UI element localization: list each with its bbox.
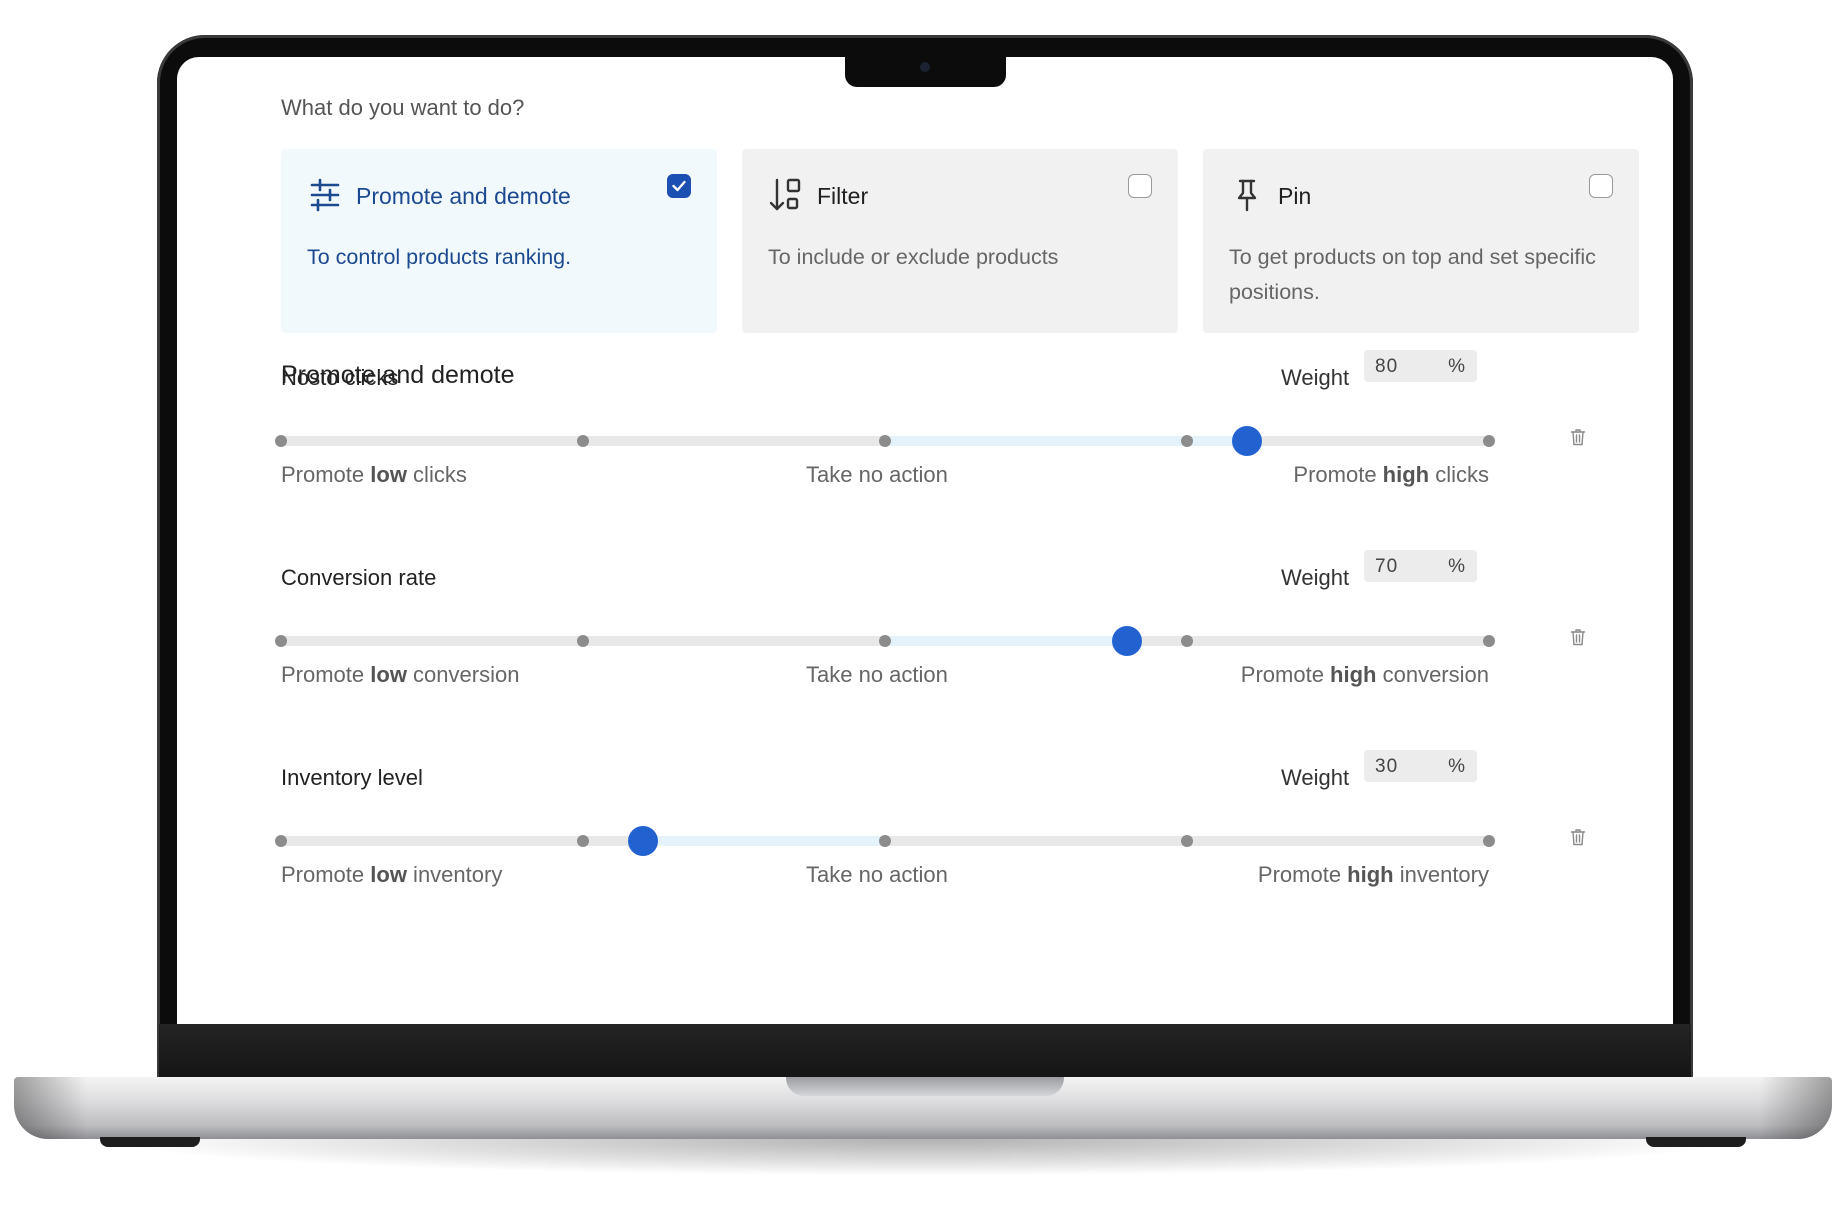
weight-input[interactable]: 80 % <box>1364 350 1477 382</box>
factor-slider[interactable] <box>275 421 1495 461</box>
sliders-icon <box>310 178 340 212</box>
slider-tick <box>879 835 891 847</box>
scale-label-low: Promote low clicks <box>281 462 467 487</box>
factor-row: Nosto clicks Weight 80 % Promote low cli… <box>275 350 1586 555</box>
slider-tick <box>1483 635 1495 647</box>
factor-slider[interactable] <box>275 621 1495 661</box>
weight-value: 80 <box>1375 356 1399 377</box>
action-question: What do you want to do? <box>281 95 525 120</box>
weight-unit: % <box>1448 756 1465 777</box>
laptop-foot-right <box>1646 1137 1746 1147</box>
laptop-screen: What do you want to do? Promote and demo… <box>177 57 1673 1024</box>
slider-tick <box>577 835 589 847</box>
weight-label: Weight <box>1281 765 1350 790</box>
laptop-foot-left <box>100 1137 200 1147</box>
factor-name: Conversion rate <box>281 565 437 590</box>
scale-label-neutral: Take no action <box>806 862 948 887</box>
option-checkbox-filter[interactable] <box>1128 174 1152 198</box>
option-card-description: To control products ranking. <box>307 245 572 269</box>
option-card-description: To include or exclude products <box>768 245 1059 269</box>
weight-label: Weight <box>1281 565 1350 590</box>
weight-value: 30 <box>1375 756 1399 777</box>
slider-tick <box>1483 835 1495 847</box>
option-card-pin[interactable]: Pin To get products on top and set speci… <box>1203 149 1639 333</box>
weight-value: 70 <box>1375 556 1399 577</box>
weight-label: Weight <box>1281 365 1350 390</box>
slider-tick <box>1181 635 1193 647</box>
option-card-title: Promote and demote <box>356 183 571 209</box>
scale-label-low: Promote low inventory <box>281 862 503 887</box>
slider-tick <box>577 635 589 647</box>
factor-name: Nosto clicks <box>281 365 399 390</box>
trash-icon[interactable] <box>1570 428 1586 446</box>
scale-label-neutral: Take no action <box>806 662 948 687</box>
slider-tick <box>275 435 287 447</box>
pin-icon <box>1237 179 1257 212</box>
weight-unit: % <box>1448 556 1465 577</box>
trash-icon[interactable] <box>1570 628 1586 646</box>
scale-label-high: Promote high inventory <box>1257 862 1489 887</box>
option-checkbox-pin[interactable] <box>1589 174 1613 198</box>
factor-name: Inventory level <box>281 765 423 790</box>
slider-handle[interactable] <box>1232 426 1263 456</box>
slider-tick <box>879 435 891 447</box>
slider-tick <box>879 635 891 647</box>
laptop-thumb-notch <box>786 1077 1064 1096</box>
slider-tick <box>275 835 287 847</box>
slider-tick <box>275 635 287 647</box>
laptop-hinge <box>159 1024 1691 1077</box>
slider-tick <box>1181 435 1193 447</box>
option-card-title: Pin <box>1278 183 1312 209</box>
option-card-promote-demote[interactable]: Promote and demote To control products r… <box>281 149 717 333</box>
slider-tick <box>1483 435 1495 447</box>
filter-sort-icon <box>769 178 801 211</box>
slider-tick <box>1181 835 1193 847</box>
option-checkbox-promote-demote[interactable] <box>667 174 691 198</box>
option-card-filter[interactable]: Filter To include or exclude products <box>742 149 1178 333</box>
scale-label-high: Promote high conversion <box>1240 662 1489 687</box>
checkmark-icon <box>672 180 686 192</box>
scale-label-low: Promote low conversion <box>281 662 520 687</box>
slider-handle[interactable] <box>628 826 659 856</box>
slider-tick <box>577 435 589 447</box>
slider-track-fill <box>885 436 1248 446</box>
weight-input[interactable]: 30 % <box>1364 750 1477 782</box>
factor-row: Inventory level Weight 30 % Promote low … <box>275 750 1586 955</box>
scale-label-high: Promote high clicks <box>1293 462 1489 487</box>
slider-track-fill <box>885 636 1127 646</box>
slider-handle[interactable] <box>1111 626 1142 656</box>
trash-icon[interactable] <box>1570 828 1586 846</box>
option-card-description: To get products on top and set specific … <box>1229 245 1596 304</box>
factor-slider[interactable] <box>275 821 1495 861</box>
weight-unit: % <box>1448 356 1465 377</box>
scale-label-neutral: Take no action <box>806 462 948 487</box>
factor-row: Conversion rate Weight 70 % Promote low … <box>275 550 1586 755</box>
slider-track-fill <box>643 836 885 846</box>
camera-notch <box>845 57 1006 87</box>
option-card-title: Filter <box>817 183 869 209</box>
weight-input[interactable]: 70 % <box>1364 550 1477 582</box>
